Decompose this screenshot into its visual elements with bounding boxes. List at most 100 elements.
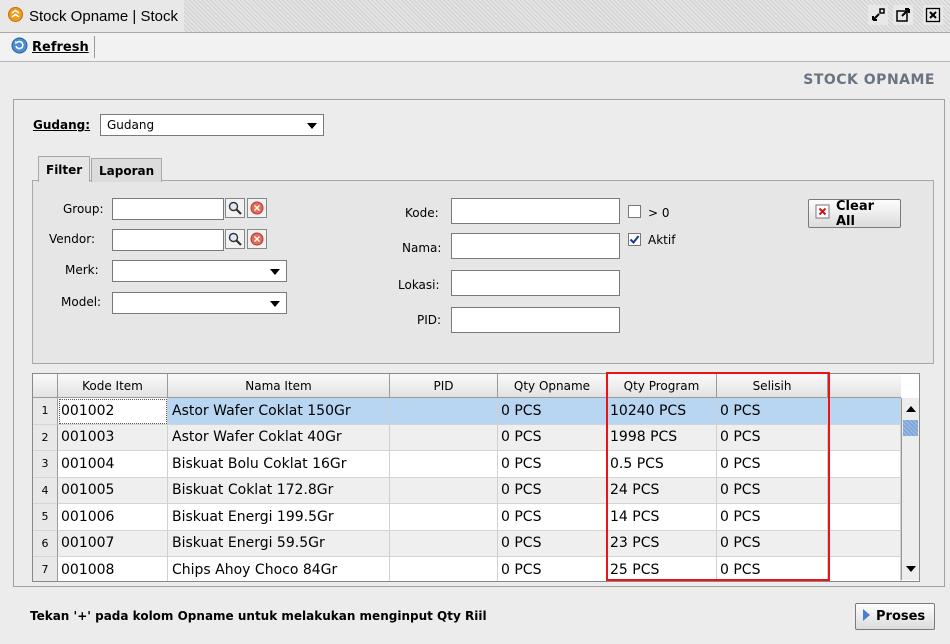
- cell-nama[interactable]: Astor Wafer Coklat 150Gr: [168, 398, 390, 425]
- row-number: 1: [33, 398, 58, 425]
- scroll-down-icon[interactable]: [902, 560, 919, 578]
- clear-icon: [250, 201, 264, 215]
- row-number: 3: [33, 451, 58, 478]
- nama-label: Nama:: [402, 241, 442, 255]
- scroll-thumb[interactable]: [903, 420, 918, 436]
- cell-nama[interactable]: Biskuat Energi 199.5Gr: [168, 504, 390, 531]
- cell-pid[interactable]: [390, 398, 498, 425]
- highlight-box: [606, 372, 830, 581]
- pid-input[interactable]: [451, 307, 620, 333]
- group-clear-button[interactable]: [247, 198, 267, 218]
- row-number: 7: [33, 557, 58, 581]
- window-title: Stock Opname | Stock: [29, 7, 178, 25]
- group-label: Group:: [63, 202, 104, 216]
- refresh-button[interactable]: Refresh: [6, 36, 95, 58]
- cell-empty[interactable]: [828, 530, 901, 557]
- cell-qty-opname[interactable]: 0 PCS: [498, 451, 607, 478]
- title-bar: Stock Opname | Stock: [0, 0, 950, 33]
- cell-kode[interactable]: 001004: [58, 451, 168, 478]
- model-select[interactable]: [112, 292, 287, 314]
- chevron-right-icon: [862, 608, 870, 625]
- proses-label: Proses: [876, 609, 926, 624]
- nama-input[interactable]: [451, 233, 620, 259]
- cell-empty[interactable]: [828, 477, 901, 504]
- vertical-scrollbar[interactable]: [901, 398, 919, 580]
- cell-qty-opname[interactable]: 0 PCS: [498, 398, 607, 425]
- refresh-icon: [11, 37, 28, 58]
- check-icon: [629, 235, 640, 245]
- cell-empty[interactable]: [828, 504, 901, 531]
- cell-pid[interactable]: [390, 424, 498, 451]
- row-number-header: [33, 374, 58, 398]
- tab-filter[interactable]: Filter: [38, 156, 91, 182]
- column-header-qty-opname[interactable]: Qty Opname: [498, 374, 607, 398]
- cell-kode[interactable]: 001002: [58, 398, 168, 425]
- cell-empty[interactable]: [828, 424, 901, 451]
- row-number: 6: [33, 530, 58, 557]
- cell-qty-opname[interactable]: 0 PCS: [498, 530, 607, 557]
- cell-kode[interactable]: 001005: [58, 477, 168, 504]
- title-area: Stock Opname | Stock: [0, 0, 184, 32]
- cell-empty[interactable]: [828, 557, 901, 581]
- cell-kode[interactable]: 001007: [58, 530, 168, 557]
- cell-qty-opname[interactable]: 0 PCS: [498, 504, 607, 531]
- cell-qty-opname[interactable]: 0 PCS: [498, 424, 607, 451]
- cell-qty-opname[interactable]: 0 PCS: [498, 557, 607, 581]
- cell-empty[interactable]: [828, 451, 901, 478]
- page-title: STOCK OPNAME: [803, 72, 935, 88]
- proses-button[interactable]: Proses: [855, 603, 935, 630]
- chevron-down-icon: [307, 123, 317, 129]
- vendor-label: Vendor:: [49, 232, 95, 246]
- vendor-search-button[interactable]: [225, 229, 245, 249]
- kode-input[interactable]: [451, 198, 620, 224]
- column-header-pid[interactable]: PID: [390, 374, 498, 398]
- row-number: 2: [33, 424, 58, 451]
- clear-all-label: Clear All: [836, 198, 874, 229]
- toolbar: Refresh: [0, 33, 950, 62]
- row-number: 5: [33, 504, 58, 531]
- cell-qty-opname[interactable]: 0 PCS: [498, 477, 607, 504]
- cell-nama[interactable]: Chips Ahoy Choco 84Gr: [168, 557, 390, 581]
- cell-pid[interactable]: [390, 504, 498, 531]
- lokasi-input[interactable]: [451, 270, 620, 296]
- clear-all-button[interactable]: Clear All: [808, 198, 901, 229]
- pid-label: PID:: [417, 313, 442, 327]
- vendor-clear-button[interactable]: [247, 229, 267, 249]
- gt-zero-checkbox[interactable]: [628, 205, 641, 218]
- merk-label: Merk:: [65, 263, 99, 277]
- group-input[interactable]: [112, 198, 224, 220]
- cell-kode[interactable]: 001006: [58, 504, 168, 531]
- cell-pid[interactable]: [390, 530, 498, 557]
- maximize-icon[interactable]: [893, 5, 913, 25]
- search-icon: [228, 201, 242, 215]
- model-label: Model:: [61, 295, 102, 309]
- group-search-button[interactable]: [225, 198, 245, 218]
- cell-nama[interactable]: Biskuat Energi 59.5Gr: [168, 530, 390, 557]
- scroll-up-icon[interactable]: [902, 400, 919, 418]
- cell-nama[interactable]: Astor Wafer Coklat 40Gr: [168, 424, 390, 451]
- gudang-value: Gudang: [107, 118, 155, 132]
- app-icon: [8, 7, 23, 25]
- vendor-input[interactable]: [112, 229, 224, 251]
- close-icon[interactable]: [923, 5, 943, 25]
- search-icon: [228, 232, 242, 246]
- tab-laporan[interactable]: Laporan: [91, 158, 163, 182]
- cell-pid[interactable]: [390, 477, 498, 504]
- gudang-label: Gudang:: [33, 118, 91, 132]
- minimize-icon[interactable]: [868, 5, 888, 25]
- cell-pid[interactable]: [390, 557, 498, 581]
- cell-pid[interactable]: [390, 451, 498, 478]
- cell-nama[interactable]: Biskuat Coklat 172.8Gr: [168, 477, 390, 504]
- gudang-select[interactable]: Gudang: [100, 114, 324, 136]
- clear-icon: [815, 204, 830, 223]
- cell-kode[interactable]: 001003: [58, 424, 168, 451]
- clear-icon: [250, 232, 264, 246]
- aktif-checkbox[interactable]: [628, 233, 641, 246]
- column-header-nama[interactable]: Nama Item: [168, 374, 390, 398]
- gt-zero-label: > 0: [648, 206, 670, 220]
- cell-nama[interactable]: Biskuat Bolu Coklat 16Gr: [168, 451, 390, 478]
- cell-kode[interactable]: 001008: [58, 557, 168, 581]
- column-header-kode[interactable]: Kode Item: [58, 374, 168, 398]
- merk-select[interactable]: [112, 260, 287, 282]
- cell-empty[interactable]: [828, 398, 901, 425]
